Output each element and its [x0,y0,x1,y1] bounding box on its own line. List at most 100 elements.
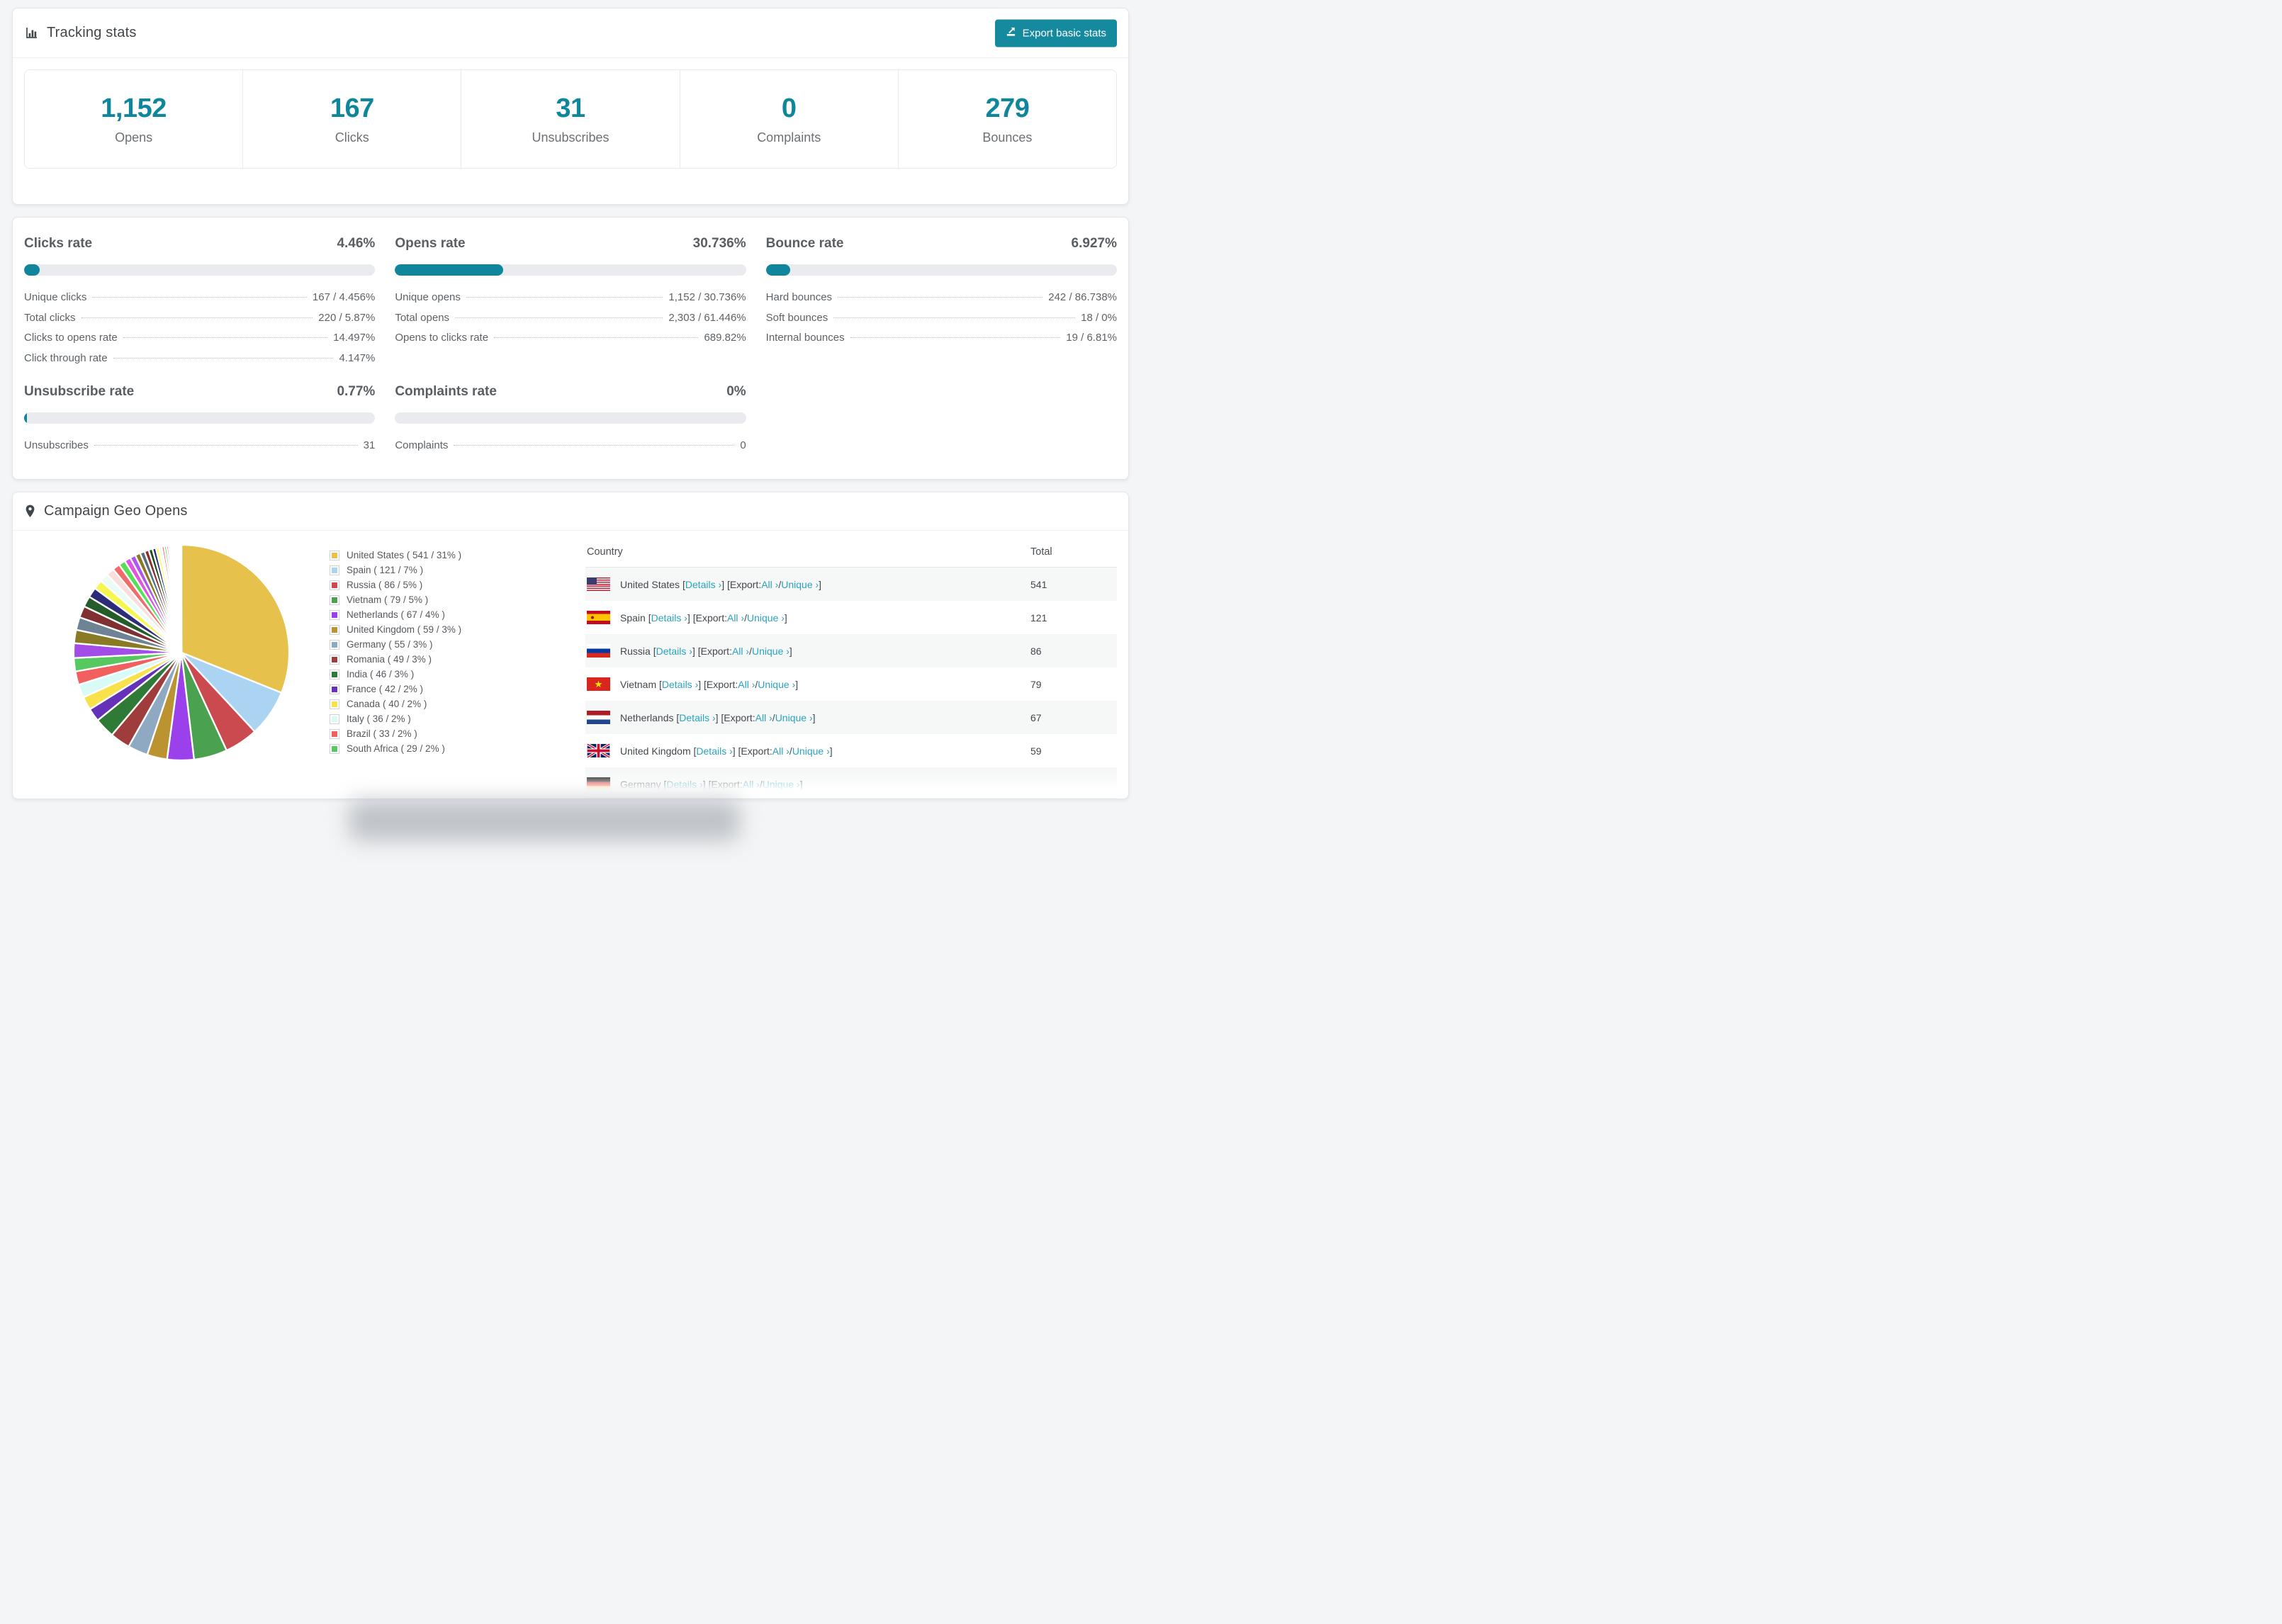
export-unique-link[interactable]: Unique › [763,779,800,790]
legend-item-spain: Spain ( 121 / 7% ) [330,563,461,577]
export-all-link[interactable]: All › [738,679,755,690]
details-link[interactable]: Details › [685,579,721,590]
dotted-leader [92,297,307,298]
legend-swatch [330,714,339,724]
details-link[interactable]: Details › [679,712,715,723]
export-label-text: ] [Export: [732,745,772,757]
country-cell: United Kingdom [Details ›] [Export: All … [587,744,1030,757]
country-name: Germany [620,778,664,790]
rate-detail-label: Hard bounces [765,291,833,303]
legend-swatch [330,654,339,665]
details-link[interactable]: Details › [651,612,687,624]
legend-item-netherlands: Netherlands ( 67 / 4% ) [330,607,461,622]
rate-title-label: Complaints rate [395,384,497,399]
country-name: Spain [620,611,648,624]
legend-swatch [330,565,339,575]
export-all-link[interactable]: All › [727,612,744,624]
stat-label: Opens [115,130,153,145]
geo-header: Campaign Geo Opens [13,492,1128,531]
export-label-text: ] [Export: [721,578,762,590]
export-basic-stats-button[interactable]: Export basic stats [994,19,1117,47]
bracket: ] [812,711,816,723]
details-link[interactable]: Details › [656,645,692,657]
tracking-stats-card: Tracking stats Export basic stats 1,152 O… [12,8,1129,205]
rate-progress-bar [395,412,746,424]
rate-detail-label: Clicks to opens rate [24,332,118,344]
export-unique-link[interactable]: Unique › [752,645,789,657]
dotted-leader [455,317,663,318]
rate-title-label: Bounce rate [765,236,844,251]
rate-detail-label: Total opens [395,311,450,324]
legend-item-south-africa: South Africa ( 29 / 2% ) [330,741,461,756]
stat-value: 1,152 [101,93,167,123]
rate-detail-row: Unique opens 1,152 / 30.736% [395,291,746,312]
geo-content: United States ( 541 / 31% ) Spain ( 121 /… [13,531,1128,799]
rate-detail-row: Click through rate 4.147% [24,352,375,373]
export-all-link[interactable]: All › [732,645,749,657]
country-total: 121 [1030,611,1047,624]
legend-swatch [330,624,339,635]
rate-detail-value: 2,303 / 61.446% [668,311,746,324]
legend-item-italy: Italy ( 36 / 2% ) [330,711,461,726]
export-label-text: ] [Export: [687,611,727,624]
country-cell: Germany [Details ›] [Export: All › / Uni… [587,777,1030,791]
country-cell: Netherlands [Details ›] [Export: All › /… [587,711,1030,724]
dotted-leader [838,297,1043,298]
pie-legend: United States ( 541 / 31% ) Spain ( 121 /… [330,548,461,756]
rate-title-label: Unsubscribe rate [24,384,135,399]
page-title: Tracking stats [47,25,137,40]
complaints-rate-section: Complaints rate 0% Complaints 0 [395,384,746,460]
rate-title-value: 0.77% [337,384,376,399]
rate-detail-value: 31 [363,439,376,451]
rate-progress-fill [765,264,790,276]
stat-value: 0 [781,93,797,123]
table-row-es: Spain [Details ›] [Export: All › / Uniqu… [585,601,1117,634]
legend-label: Italy ( 36 / 2% ) [347,714,411,724]
export-unique-link[interactable]: Unique › [781,579,819,590]
country-total: 541 [1030,578,1047,590]
legend-swatch [330,684,339,694]
bracket: ] [789,645,792,657]
rate-title-value: 30.736% [692,236,746,251]
geo-table-header: Country Total [585,536,1117,568]
dotted-leader [454,445,735,446]
rate-title-value: 6.927% [1071,236,1117,251]
details-link[interactable]: Details › [696,745,732,757]
rate-detail-row: Internal bounces 19 / 6.81% [766,332,1117,352]
legend-label: United States ( 541 / 31% ) [347,550,462,560]
geo-country-table: Country Total United States [Details ›] … [585,536,1117,799]
rate-progress-bar [765,264,1117,276]
export-all-link[interactable]: All › [755,712,772,723]
dotted-leader [850,337,1061,338]
export-unique-link[interactable]: Unique › [747,612,785,624]
export-label-text: ] [Export: [702,778,743,790]
export-all-link[interactable]: All › [743,779,760,790]
export-all-link[interactable]: All › [772,745,789,757]
legend-label: India ( 46 / 3% ) [347,669,415,680]
rate-detail-value: 242 / 86.738% [1048,291,1117,303]
rate-detail-label: Click through rate [24,351,108,364]
rate-detail-value: 14.497% [333,332,376,344]
country-cell: United States [Details ›] [Export: All ›… [587,577,1030,591]
rate-progress-bar [24,264,376,276]
legend-label: Spain ( 121 / 7% ) [347,565,424,575]
legend-item-france: France ( 42 / 2% ) [330,682,461,697]
rate-detail-value: 4.147% [339,351,376,364]
legend-label: Romania ( 49 / 3% ) [347,654,432,665]
geo-table-body: United States [Details ›] [Export: All ›… [585,568,1117,799]
clicks-rate-section: Clicks rate 4.46% Unique clicks 167 / 4.456… [24,236,376,373]
export-label-text: ] [Export: [692,645,732,657]
legend-item-germany: Germany ( 55 / 3% ) [330,637,461,652]
rate-title: Unsubscribe rate 0.77% [24,384,375,400]
details-link[interactable]: Details › [666,779,702,790]
country-cell: Spain [Details ›] [Export: All › / Uniqu… [587,611,1030,624]
legend-label: United Kingdom ( 59 / 3% ) [347,624,462,635]
export-unique-link[interactable]: Unique › [758,679,795,690]
export-unique-link[interactable]: Unique › [775,712,813,723]
export-all-link[interactable]: All › [761,579,778,590]
export-unique-link[interactable]: Unique › [792,745,830,757]
geo-opens-pie-chart [72,543,291,762]
rate-detail-value: 1,152 / 30.736% [668,291,746,303]
dotted-leader [466,297,663,298]
details-link[interactable]: Details › [662,679,698,690]
